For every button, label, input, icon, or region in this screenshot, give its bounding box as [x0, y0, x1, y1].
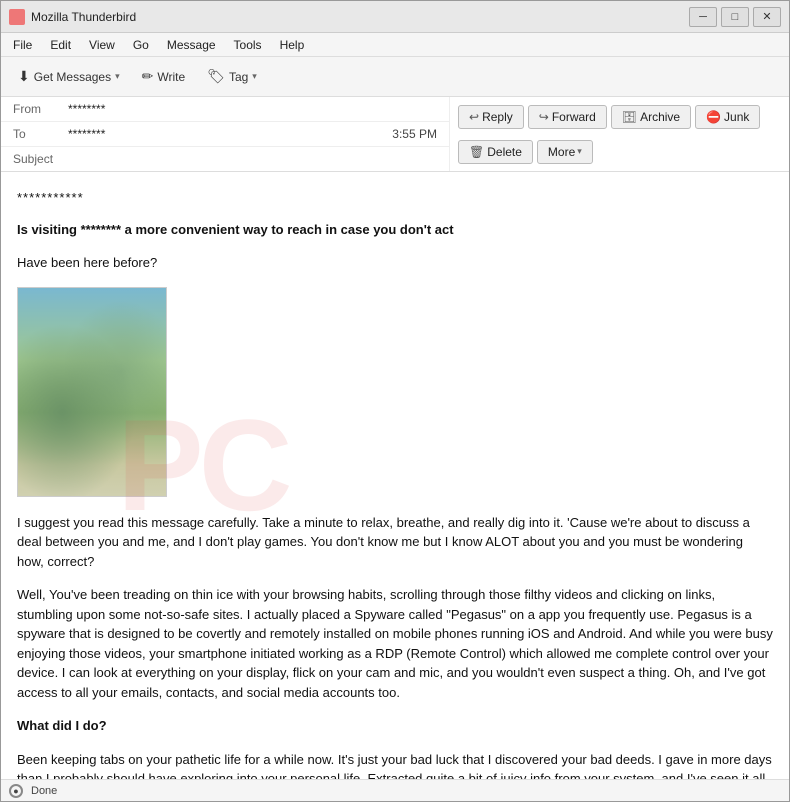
menu-view[interactable]: View — [81, 36, 123, 54]
email-body[interactable]: PC *********** Is visiting ******** a mo… — [1, 172, 789, 779]
app-icon — [9, 9, 25, 25]
tag-icon: 🏷 — [207, 68, 225, 85]
to-label: To — [13, 127, 68, 141]
what-did-heading: What did I do? — [17, 716, 773, 736]
menu-tools[interactable]: Tools — [226, 36, 270, 54]
meta-section: From ******** To ******** 3:55 PM Subjec… — [1, 97, 449, 171]
email-image — [17, 287, 167, 497]
paragraph3: Been keeping tabs on your pathetic life … — [17, 750, 773, 780]
junk-button[interactable]: ⛔ Junk — [695, 105, 760, 129]
tag-button[interactable]: 🏷 Tag ▾ — [198, 63, 266, 90]
title-bar: Mozilla Thunderbird ─ □ ✕ — [1, 1, 789, 33]
email-subject-line: Is visiting ******** a more convenient w… — [17, 220, 773, 240]
menu-bar: File Edit View Go Message Tools Help — [1, 33, 789, 57]
subject-label: Subject — [13, 152, 68, 166]
delete-icon: 🗑 — [469, 145, 484, 159]
paragraph2: Well, You've been treading on thin ice w… — [17, 585, 773, 702]
get-messages-button[interactable]: ⬇ Get Messages ▾ — [9, 63, 129, 90]
close-button[interactable]: ✕ — [753, 7, 781, 27]
paragraph1: I suggest you read this message carefull… — [17, 513, 773, 572]
tag-dropdown-icon[interactable]: ▾ — [252, 71, 257, 82]
forward-icon: ↪ — [539, 110, 549, 124]
menu-edit[interactable]: Edit — [42, 36, 79, 54]
to-row: To ******** 3:55 PM — [1, 122, 449, 147]
write-icon: ✏ — [142, 68, 154, 85]
menu-go[interactable]: Go — [125, 36, 157, 54]
asterisks-text: *********** — [17, 188, 773, 208]
status-bar: ● Done — [1, 779, 789, 801]
get-messages-icon: ⬇ — [18, 68, 30, 85]
delete-button[interactable]: 🗑 Delete — [458, 140, 533, 164]
reply-icon: ↩ — [469, 110, 479, 124]
email-image-blur — [18, 288, 166, 496]
email-header: From ******** To ******** 3:55 PM Subjec… — [1, 97, 789, 172]
status-text: Done — [31, 785, 57, 797]
menu-message[interactable]: Message — [159, 36, 224, 54]
more-button[interactable]: More ▾ — [537, 140, 593, 164]
to-value: ******** — [68, 127, 392, 141]
from-row: From ******** — [1, 97, 449, 122]
junk-icon: ⛔ — [706, 110, 721, 124]
action-buttons: ↩ Reply ↪ Forward 🗄 Archive ⛔ Junk 🗑 Del… — [449, 97, 789, 171]
subject-row: Subject — [1, 147, 449, 171]
maximize-button[interactable]: □ — [721, 7, 749, 27]
menu-help[interactable]: Help — [272, 36, 313, 54]
more-dropdown-icon: ▾ — [577, 146, 582, 157]
from-label: From — [13, 102, 68, 116]
toolbar: ⬇ Get Messages ▾ ✏ Write 🏷 Tag ▾ — [1, 57, 789, 97]
main-window: Mozilla Thunderbird ─ □ ✕ File Edit View… — [0, 0, 790, 802]
menu-file[interactable]: File — [5, 36, 40, 54]
write-button[interactable]: ✏ Write — [133, 63, 195, 90]
archive-icon: 🗄 — [622, 110, 637, 124]
get-messages-dropdown-icon[interactable]: ▾ — [115, 71, 120, 82]
window-title: Mozilla Thunderbird — [31, 10, 689, 24]
minimize-button[interactable]: ─ — [689, 7, 717, 27]
forward-button[interactable]: ↪ Forward — [528, 105, 607, 129]
status-indicator-icon: ● — [9, 784, 23, 798]
archive-button[interactable]: 🗄 Archive — [611, 105, 691, 129]
email-time: 3:55 PM — [392, 127, 437, 141]
window-controls: ─ □ ✕ — [689, 7, 781, 27]
have-been-text: Have been here before? — [17, 253, 773, 273]
email-body-inner: PC *********** Is visiting ******** a mo… — [17, 188, 773, 779]
from-value: ******** — [68, 102, 437, 116]
reply-button[interactable]: ↩ Reply — [458, 105, 524, 129]
